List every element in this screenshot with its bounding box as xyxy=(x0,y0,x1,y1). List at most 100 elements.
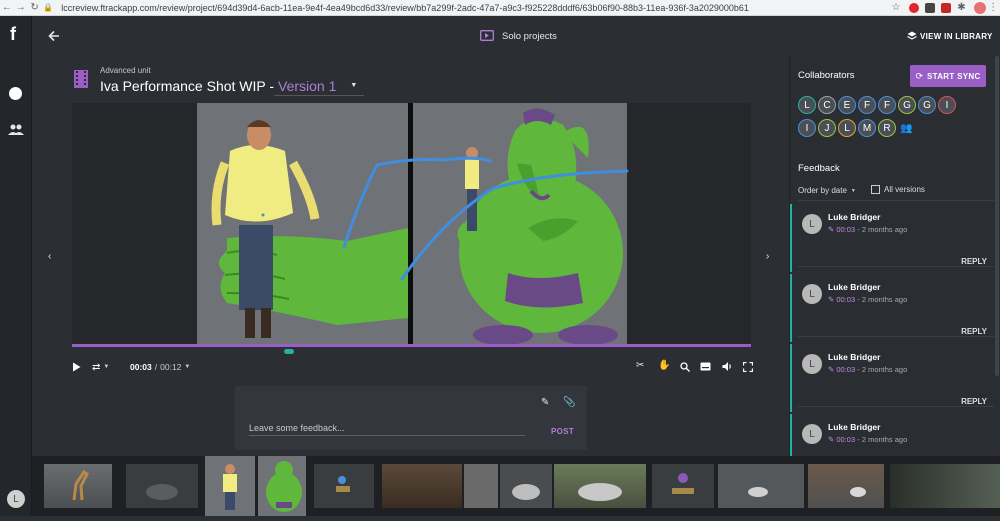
thumbnail-skeleton[interactable] xyxy=(464,464,498,508)
comment-avatar: L xyxy=(802,354,822,374)
comment-age: - 2 months ago xyxy=(857,225,908,234)
loop-chevron-icon: ▼ xyxy=(103,364,110,370)
browser-toolbar: ← → ↻ 🔒 lccreview.ftrackapp.com/review/p… xyxy=(0,0,1000,16)
pen-icon[interactable]: ✎ xyxy=(541,397,549,408)
collaborator-avatar[interactable]: G xyxy=(898,96,916,114)
loop-dropdown[interactable]: ⇄ ▼ xyxy=(92,360,118,374)
feedback-input[interactable]: Leave some feedback... xyxy=(249,418,525,436)
divider xyxy=(798,406,994,407)
thumbnail-creature[interactable] xyxy=(500,464,552,508)
thumbnail-troll-selected[interactable] xyxy=(258,456,306,516)
people-icon[interactable] xyxy=(8,124,24,136)
project-screen-icon xyxy=(480,30,494,41)
order-by-dropdown[interactable]: Order by date ▼ xyxy=(798,186,856,195)
loop-icon: ⇄ xyxy=(92,361,101,373)
thumbnail-cow[interactable] xyxy=(718,464,804,508)
order-chevron-icon: ▼ xyxy=(850,187,856,194)
comment-age: - 2 months ago xyxy=(857,435,908,444)
pan-hand-icon[interactable]: ✋ xyxy=(658,360,670,371)
pdf-extension-icon[interactable] xyxy=(924,2,935,13)
clear-annotations-icon[interactable]: ✂ xyxy=(636,360,644,371)
star-icon[interactable]: ☆ xyxy=(889,2,903,13)
reply-button[interactable]: REPLY xyxy=(961,257,987,266)
subtitles-icon[interactable] xyxy=(700,362,711,371)
prev-frame-icon[interactable]: ‹ xyxy=(48,251,51,262)
video-viewport[interactable] xyxy=(72,103,751,345)
divider xyxy=(798,266,994,267)
thumbnail-room[interactable] xyxy=(382,464,462,508)
order-by-label: Order by date xyxy=(798,186,847,195)
red-extension-icon[interactable] xyxy=(940,2,951,13)
collaborator-avatar[interactable]: R xyxy=(878,119,896,137)
collaborator-avatar[interactable]: F xyxy=(858,96,876,114)
all-versions-checkbox[interactable]: All versions xyxy=(871,185,925,194)
feedback-comment[interactable]: LLuke Bridger✎ 00:03 - 2 months agoREPLY xyxy=(790,414,1000,456)
comment-timecode[interactable]: 00:03 xyxy=(836,295,855,304)
timeline-track[interactable] xyxy=(72,344,751,347)
status-circle-icon[interactable] xyxy=(9,87,22,100)
puzzle-extension-icon[interactable]: ✱ xyxy=(955,2,969,13)
zoom-icon[interactable] xyxy=(680,362,690,372)
thumbnail-rhino[interactable] xyxy=(554,464,646,508)
project-name[interactable]: Solo projects xyxy=(502,31,557,42)
thumbnail-goat[interactable] xyxy=(808,464,884,508)
user-avatar[interactable]: L xyxy=(7,490,25,508)
thumbnail-character-selected[interactable] xyxy=(205,456,255,516)
thumbnail-giraffe[interactable] xyxy=(44,464,112,508)
view-in-library-button[interactable]: VIEW IN LIBRARY xyxy=(920,32,993,41)
collaborators-row-2: I J L M R 👥 xyxy=(798,119,912,137)
next-frame-icon[interactable]: › xyxy=(766,251,769,262)
ftrack-logo[interactable]: f xyxy=(10,24,16,45)
sync-icon: ⟳ xyxy=(915,70,923,81)
collaborator-avatar[interactable]: M xyxy=(858,119,876,137)
back-arrow-icon[interactable] xyxy=(48,30,60,42)
timeline-progress xyxy=(72,344,751,347)
checkbox-icon xyxy=(871,185,880,194)
paperclip-icon[interactable]: 📎 xyxy=(563,397,575,408)
collaborator-avatar[interactable]: F xyxy=(878,96,896,114)
time-display[interactable]: 00:03 / 00:12 ▼ xyxy=(126,358,194,376)
comment-timecode[interactable]: 00:03 xyxy=(836,435,855,444)
chevron-down-icon: ▼ xyxy=(350,82,358,89)
unit-title: Iva Performance Shot WIP - xyxy=(100,78,275,94)
collaborator-avatar[interactable]: L xyxy=(838,119,856,137)
collaborator-avatar[interactable]: I xyxy=(938,96,956,114)
version-filmstrip[interactable] xyxy=(32,456,1000,516)
collaborator-avatar[interactable]: C xyxy=(818,96,836,114)
thumbnail-lion[interactable] xyxy=(126,464,198,508)
start-sync-button[interactable]: ⟳ START SYNC xyxy=(910,65,986,87)
collaborator-avatar[interactable]: I xyxy=(798,119,816,137)
back-nav-icon[interactable]: ← xyxy=(0,2,14,13)
sidebar-scrollbar[interactable] xyxy=(995,56,999,376)
feedback-comment[interactable]: LLuke Bridger✎ 00:03 - 2 months agoREPLY xyxy=(790,204,1000,272)
address-bar[interactable]: lccreview.ftrackapp.com/review/project/6… xyxy=(61,3,831,13)
profile-avatar-icon[interactable] xyxy=(974,1,987,14)
add-collaborator-icon[interactable]: 👥 xyxy=(900,123,912,134)
post-button[interactable]: POST xyxy=(551,427,574,436)
comment-timecode[interactable]: 00:03 xyxy=(836,225,855,234)
feedback-comment[interactable]: LLuke Bridger✎ 00:03 - 2 months agoREPLY xyxy=(790,344,1000,412)
collaborator-avatar[interactable]: G xyxy=(918,96,936,114)
browser-menu-icon[interactable]: ⋮ xyxy=(986,2,1000,13)
version-select[interactable]: Version 1 ▼ xyxy=(274,76,364,96)
collaborator-avatar[interactable]: J xyxy=(818,119,836,137)
volume-icon[interactable] xyxy=(722,361,733,372)
opera-extension-icon[interactable] xyxy=(908,2,919,13)
comment-timecode[interactable]: 00:03 xyxy=(836,365,855,374)
feedback-comment[interactable]: LLuke Bridger✎ 00:03 - 2 months agoREPLY xyxy=(790,274,1000,342)
fullscreen-icon[interactable] xyxy=(743,362,753,372)
thumbnail-character-small[interactable] xyxy=(314,464,374,508)
reply-button[interactable]: REPLY xyxy=(961,397,987,406)
annotation-strokes xyxy=(342,156,629,281)
collaborator-avatar[interactable]: E xyxy=(838,96,856,114)
reply-button[interactable]: REPLY xyxy=(961,327,987,336)
collaborator-avatar[interactable]: L xyxy=(798,96,816,114)
library-layers-icon xyxy=(907,31,917,40)
thumbnail-dark-scene[interactable] xyxy=(890,464,1000,508)
forward-nav-icon[interactable]: → xyxy=(14,2,28,13)
play-icon[interactable] xyxy=(72,362,81,372)
comment-avatar: L xyxy=(802,424,822,444)
reload-icon[interactable]: ↻ xyxy=(28,2,42,13)
playhead-handle[interactable] xyxy=(284,349,295,354)
thumbnail-purple-character[interactable] xyxy=(652,464,714,508)
